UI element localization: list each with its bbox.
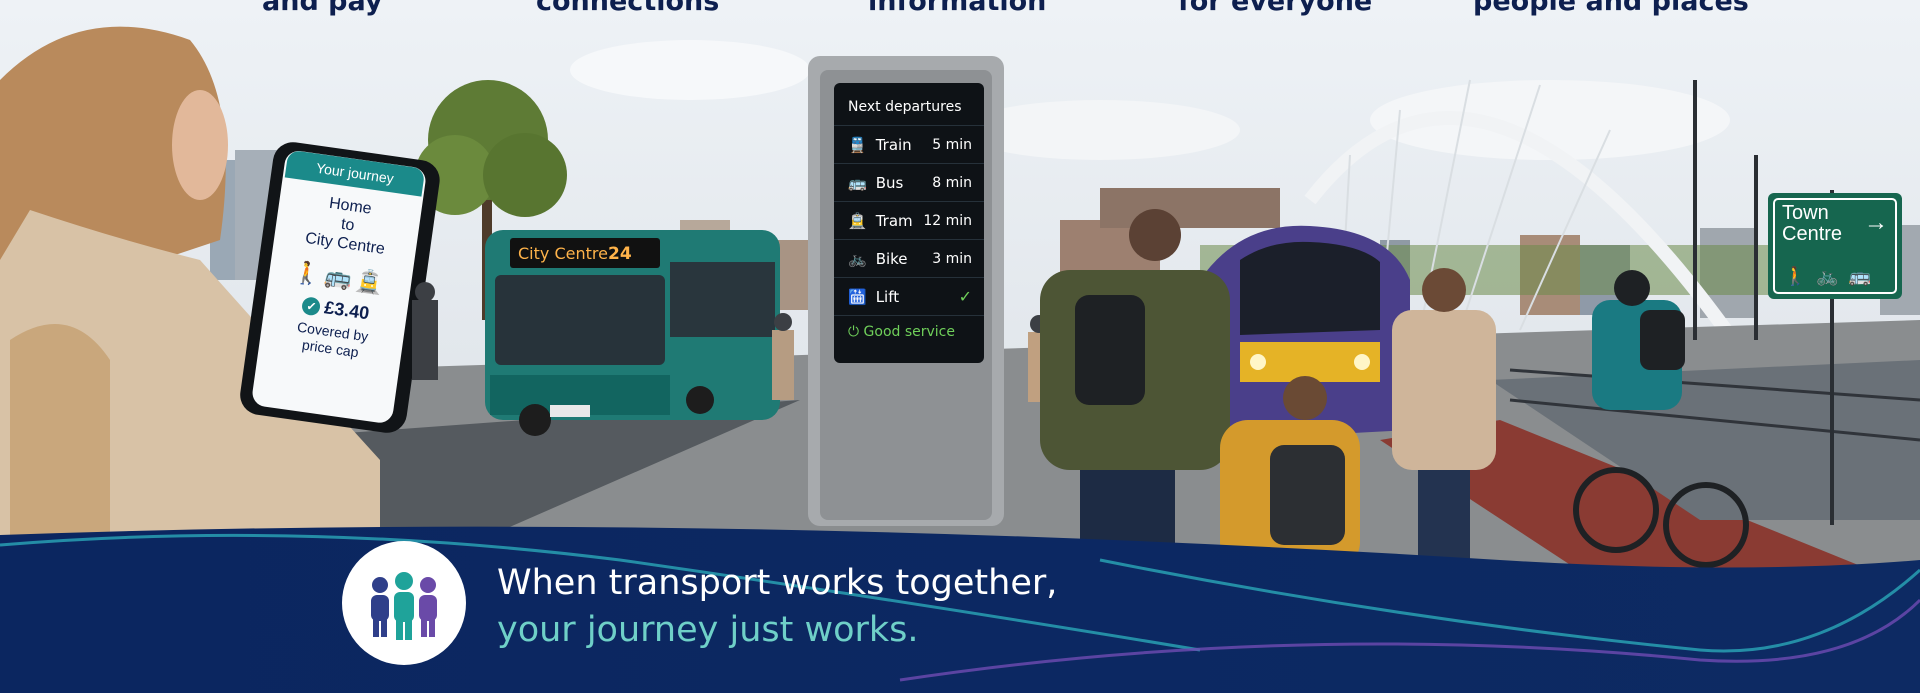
sign-line-2: Centre: [1782, 223, 1843, 245]
headline-4: for everyone: [1178, 0, 1373, 17]
headline-2: connections: [536, 0, 720, 17]
departure-time: 5 min: [932, 136, 972, 153]
departure-row: 🛗 Lift ✓: [834, 277, 984, 315]
departure-time: 8 min: [932, 174, 972, 191]
headline-5: people and places: [1473, 0, 1749, 17]
departure-row: 🚌 Bus 8 min: [834, 163, 984, 201]
bus-icon: 🚌: [323, 263, 358, 293]
sign-mode-icons: 🚶🚲🚌: [1784, 266, 1881, 287]
transport-poster: and pay connections information for ever…: [0, 0, 1920, 693]
bus-route-number: 24: [608, 244, 632, 264]
departure-status-check: ✓: [958, 287, 972, 306]
departure-time: 3 min: [932, 250, 972, 267]
cloud: [570, 40, 810, 100]
departure-mode: Train: [875, 135, 912, 154]
arrow-right-icon: →: [1864, 209, 1888, 236]
bus-icon: 🚌: [848, 173, 867, 192]
tagline-line-2: your journey just works.: [497, 610, 919, 650]
departure-mode: Tram: [875, 211, 913, 230]
power-icon: ⏻: [848, 324, 864, 340]
departure-row: 🚲 Bike 3 min: [834, 239, 984, 277]
departure-mode: Bike: [875, 249, 908, 268]
bus-icon: 🚌: [1848, 266, 1882, 286]
people-logo: [342, 541, 466, 665]
departure-mode: Bus: [875, 173, 904, 192]
departure-time: 12 min: [923, 212, 972, 229]
departure-row: 🚊 Tram 12 min: [834, 201, 984, 239]
bike-icon: 🚲: [1816, 266, 1849, 286]
service-status-label: Good service: [863, 324, 955, 340]
tagline-line-1: When transport works together,: [497, 563, 1058, 603]
town-centre-sign: Town Centre → 🚶🚲🚌: [1768, 193, 1902, 299]
departures-title: Next departures: [848, 99, 962, 115]
train-icon: 🚆: [848, 135, 867, 154]
people-icon: [371, 572, 437, 640]
headline-1: and pay: [262, 0, 383, 17]
walk-icon: 🚶: [1784, 266, 1817, 286]
check-icon: ✓: [301, 296, 322, 317]
departure-board: Next departures 🚆 Train 5 min 🚌 Bus 8 min …: [834, 83, 984, 363]
departure-row: 🚆 Train 5 min: [834, 125, 984, 163]
tram-icon: 🚊: [848, 211, 867, 230]
walk-icon: 🚶: [291, 258, 327, 288]
service-status: ⏻ Good service: [834, 315, 984, 348]
departure-mode: Lift: [875, 287, 900, 306]
tagline: When transport works together, your jour…: [497, 560, 1057, 654]
bike-icon: 🚲: [848, 249, 867, 268]
tram-icon: 🚊: [354, 267, 389, 297]
headline-3: information: [868, 0, 1047, 17]
phone-price: £3.40: [323, 297, 371, 324]
sign-line-1: Town: [1782, 202, 1829, 224]
bus-destination: City Centre: [518, 244, 608, 263]
lift-icon: 🛗: [848, 287, 867, 306]
